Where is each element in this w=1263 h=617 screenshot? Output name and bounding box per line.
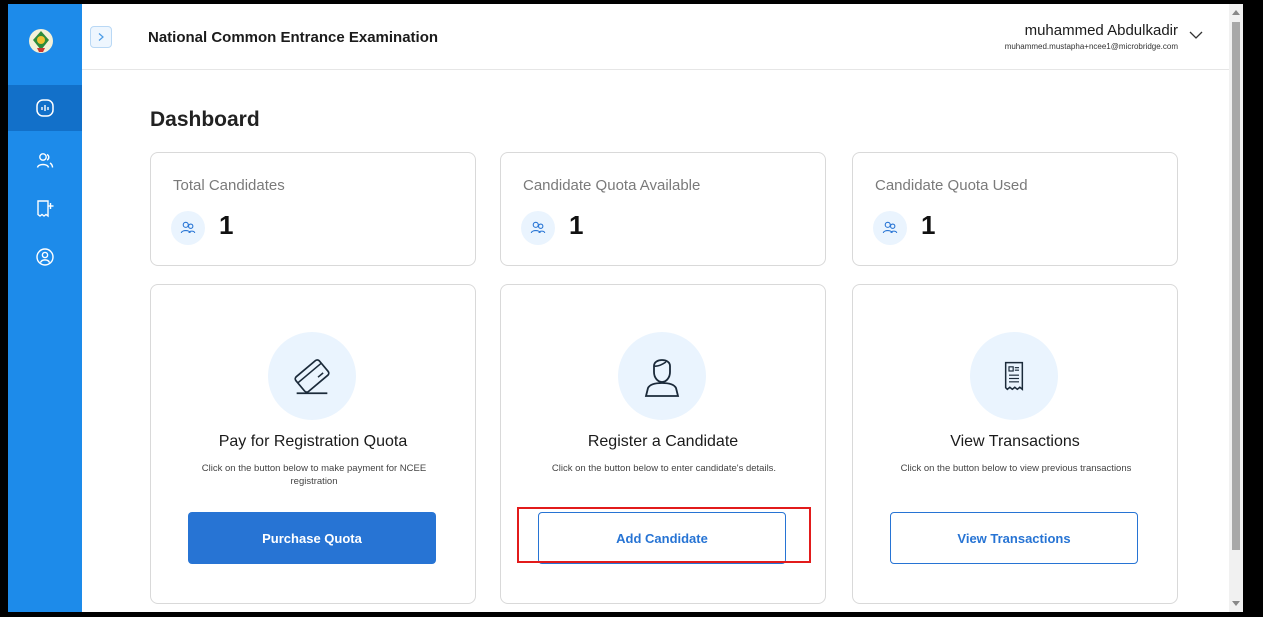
stat-value: 1 bbox=[569, 210, 584, 240]
action-card-pay-quota: Pay for Registration Quota Click on the … bbox=[150, 284, 476, 604]
stat-value: 1 bbox=[921, 210, 936, 240]
user-name[interactable]: muhammed Abdulkadir bbox=[1025, 22, 1178, 39]
card-icon bbox=[268, 332, 356, 420]
receipt-icon bbox=[970, 332, 1058, 420]
logo-icon[interactable] bbox=[28, 28, 54, 54]
purchase-quota-button[interactable]: Purchase Quota bbox=[188, 512, 436, 564]
stat-label: Total Candidates bbox=[173, 177, 285, 194]
sidebar-toggle-button[interactable] bbox=[90, 26, 112, 48]
stat-value: 1 bbox=[219, 210, 234, 240]
sidebar bbox=[8, 4, 82, 612]
user-email: muhammed.mustapha+ncee1@microbridge.com bbox=[1004, 42, 1178, 51]
action-description: Click on the button below to make paymen… bbox=[201, 463, 427, 487]
users-icon bbox=[36, 153, 54, 168]
action-title: Pay for Registration Quota bbox=[218, 433, 408, 450]
chevron-down-icon[interactable] bbox=[1189, 30, 1203, 40]
app-title: National Common Entrance Examination bbox=[148, 29, 439, 46]
users-icon bbox=[171, 211, 205, 245]
users-icon bbox=[873, 211, 907, 245]
sidebar-item-profile[interactable] bbox=[8, 234, 82, 280]
stat-label: Candidate Quota Available bbox=[523, 177, 701, 194]
top-header: National Common Entrance Examination muh… bbox=[82, 4, 1243, 70]
view-transactions-button[interactable]: View Transactions bbox=[890, 512, 1138, 564]
action-card-register-candidate: Register a Candidate Click on the button… bbox=[500, 284, 826, 604]
app-window: National Common Entrance Examination muh… bbox=[8, 4, 1243, 612]
sidebar-item-transactions[interactable] bbox=[8, 186, 82, 232]
stat-card-quota-available: Candidate Quota Available 1 bbox=[500, 152, 826, 266]
stat-card-quota-used: Candidate Quota Used 1 bbox=[852, 152, 1178, 266]
stat-label: Candidate Quota Used bbox=[875, 177, 1028, 194]
action-title: Register a Candidate bbox=[587, 433, 739, 450]
scrollbar[interactable] bbox=[1229, 4, 1243, 612]
scroll-thumb[interactable] bbox=[1232, 22, 1240, 550]
sidebar-item-dashboard[interactable] bbox=[8, 85, 82, 131]
chevron-right-icon bbox=[98, 33, 104, 41]
dashboard-icon bbox=[36, 99, 54, 117]
profile-icon bbox=[36, 248, 54, 266]
scroll-down-arrow-icon[interactable] bbox=[1232, 601, 1240, 606]
scroll-up-arrow-icon[interactable] bbox=[1232, 10, 1240, 15]
action-description: Click on the button below to view previo… bbox=[900, 463, 1132, 474]
highlight-box bbox=[517, 507, 811, 563]
page-title: Dashboard bbox=[150, 108, 260, 131]
stat-card-total-candidates: Total Candidates 1 bbox=[150, 152, 476, 266]
candidate-icon bbox=[618, 332, 706, 420]
users-icon bbox=[521, 211, 555, 245]
action-description: Click on the button below to enter candi… bbox=[551, 463, 777, 474]
sidebar-item-candidates[interactable] bbox=[8, 138, 82, 184]
receipt-add-icon bbox=[37, 200, 54, 218]
action-card-view-transactions: View Transactions Click on the button be… bbox=[852, 284, 1178, 604]
action-title: View Transactions bbox=[950, 433, 1080, 450]
